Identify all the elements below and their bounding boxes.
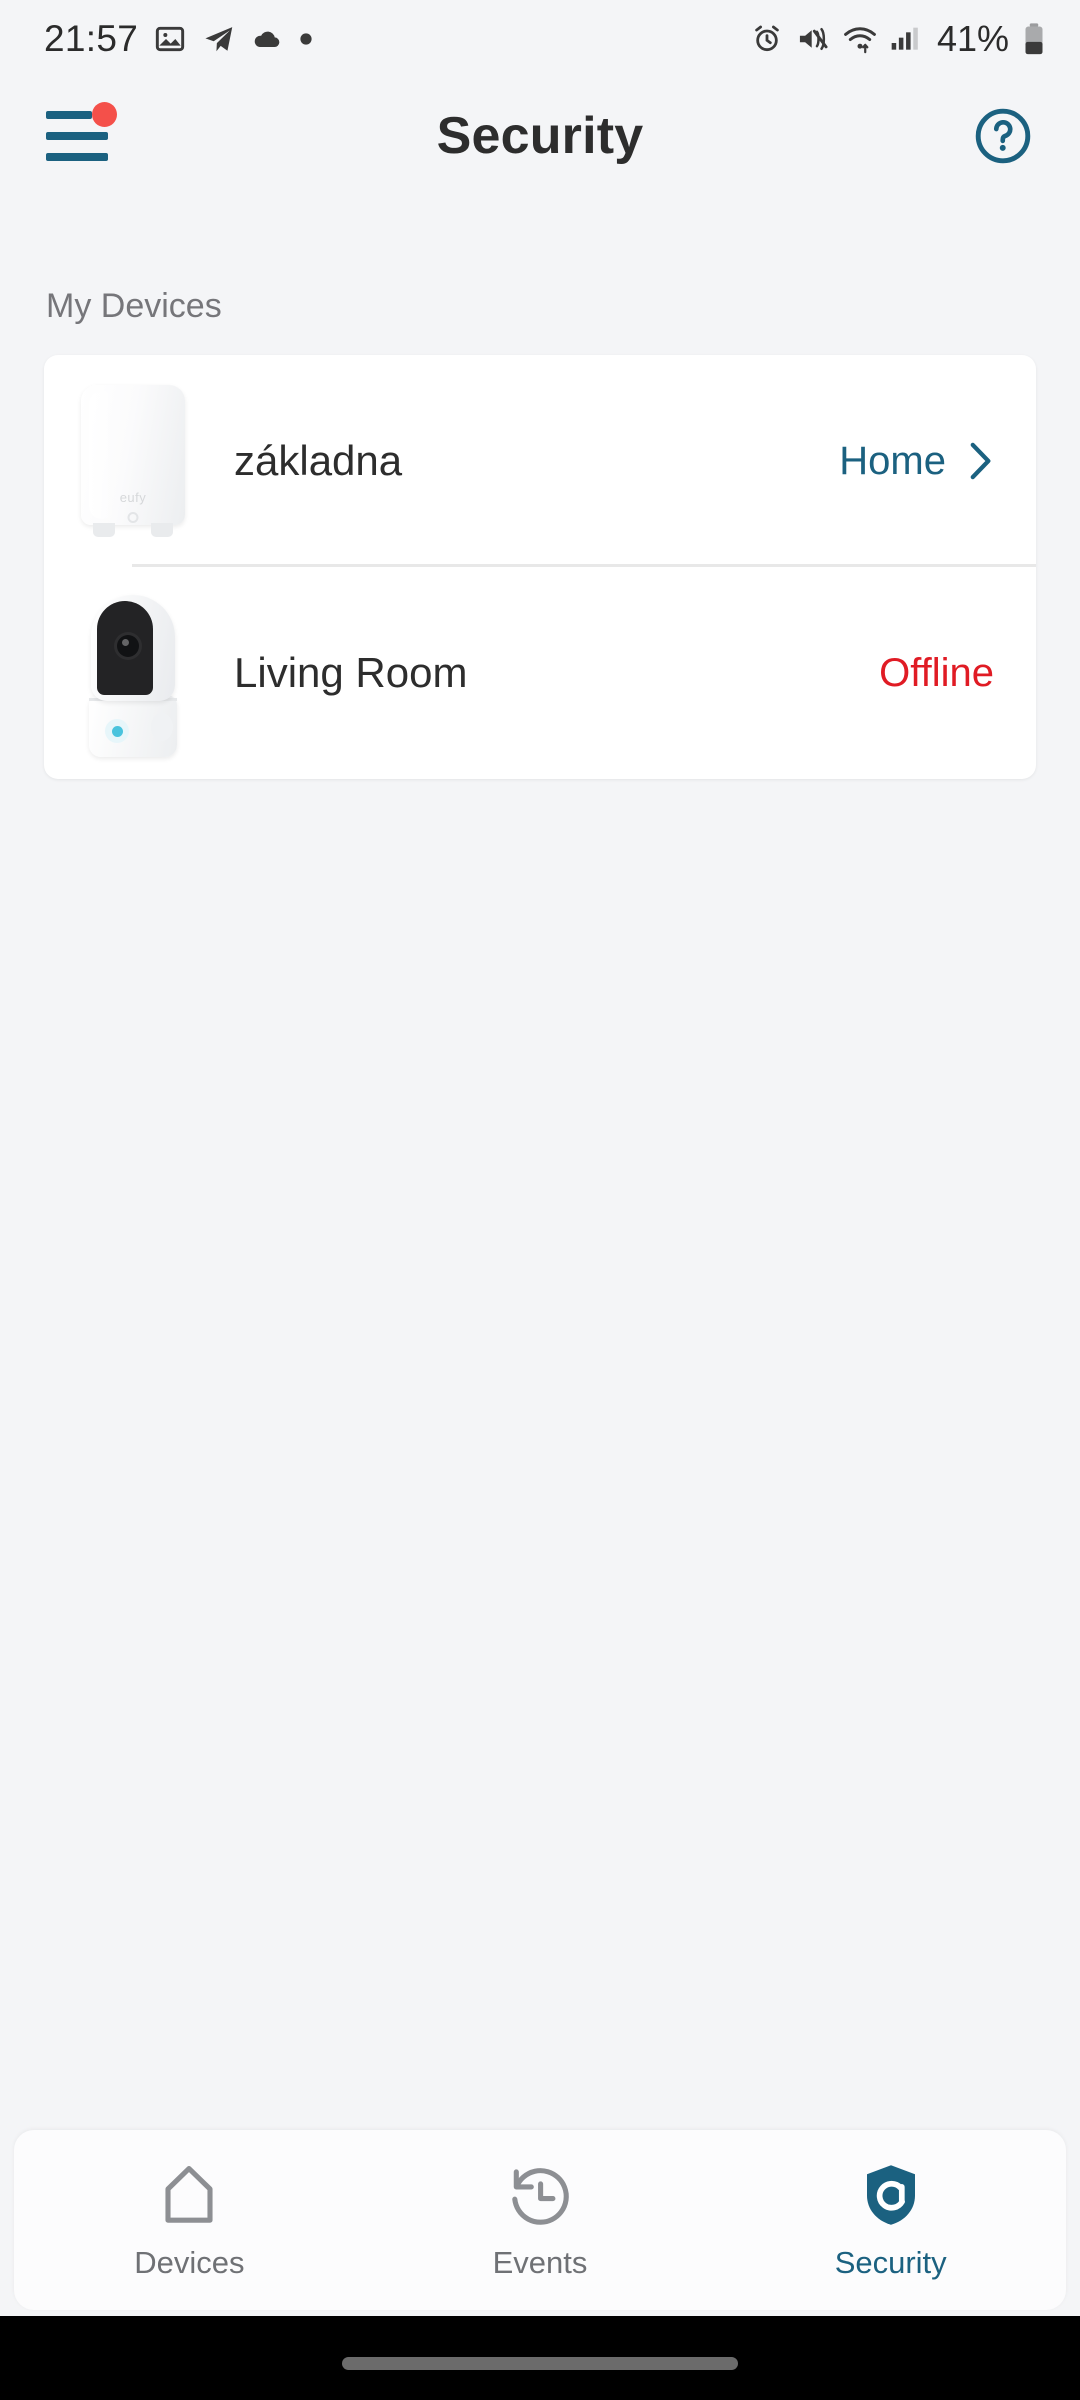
signal-icon [890,23,920,55]
section-title-my-devices: My Devices [46,287,222,325]
status-bar: 21:57 41% [0,0,1080,78]
system-gesture-area [0,2316,1080,2400]
gesture-bar[interactable] [342,2357,738,2370]
tab-label: Security [834,2245,947,2280]
vibrate-icon [796,23,830,55]
menu-line-2 [46,132,108,140]
cloud-icon [251,23,283,55]
battery-percent-label: 41% [936,18,1009,59]
table-row[interactable]: eufy základna Home [44,355,1036,567]
menu-notification-badge [92,102,117,127]
device-name: základna [234,437,403,484]
tab-events[interactable]: Events [365,2159,716,2281]
telegram-icon [202,23,235,56]
dot-icon [299,32,313,46]
alarm-icon [751,23,783,55]
table-row[interactable]: Living Room Offline [44,567,1036,779]
chevron-right-icon [968,439,994,483]
menu-line-1 [46,111,92,119]
homebase-device-image: eufy [44,366,222,556]
tab-devices[interactable]: Devices [14,2159,365,2281]
status-badge: Offline [879,650,994,695]
status-bar-clock: 21:57 [44,18,139,59]
app-screen: 21:57 41% Security My Devices eufy zákla… [0,0,1080,2400]
bottom-navigation-bar: Devices Events Security [14,2130,1066,2310]
device-list-card: eufy základna Home Living Room Offline [44,355,1036,779]
status-bar-right: 41% [751,18,1046,60]
gallery-icon [154,23,186,55]
indoor-camera-device-image [44,578,222,768]
tab-security[interactable]: Security [715,2159,1066,2281]
page-title: Security [436,107,644,165]
wifi-icon [843,23,877,55]
device-status-group[interactable]: Home [839,439,994,484]
menu-line-3 [46,153,108,161]
tab-label: Events [492,2245,588,2280]
hamburger-menu-icon[interactable] [46,102,117,162]
history-clock-icon [504,2159,576,2231]
shield-icon [855,2159,927,2231]
help-circle-icon[interactable] [972,105,1034,167]
battery-icon [1022,22,1046,56]
device-status: Home [839,438,946,483]
device-name: Living Room [234,649,468,696]
tab-label: Devices [134,2245,245,2280]
status-bar-left: 21:57 [44,18,313,60]
home-icon [153,2159,225,2231]
app-header: Security [0,78,1080,194]
device-status-group: Offline [879,651,994,696]
